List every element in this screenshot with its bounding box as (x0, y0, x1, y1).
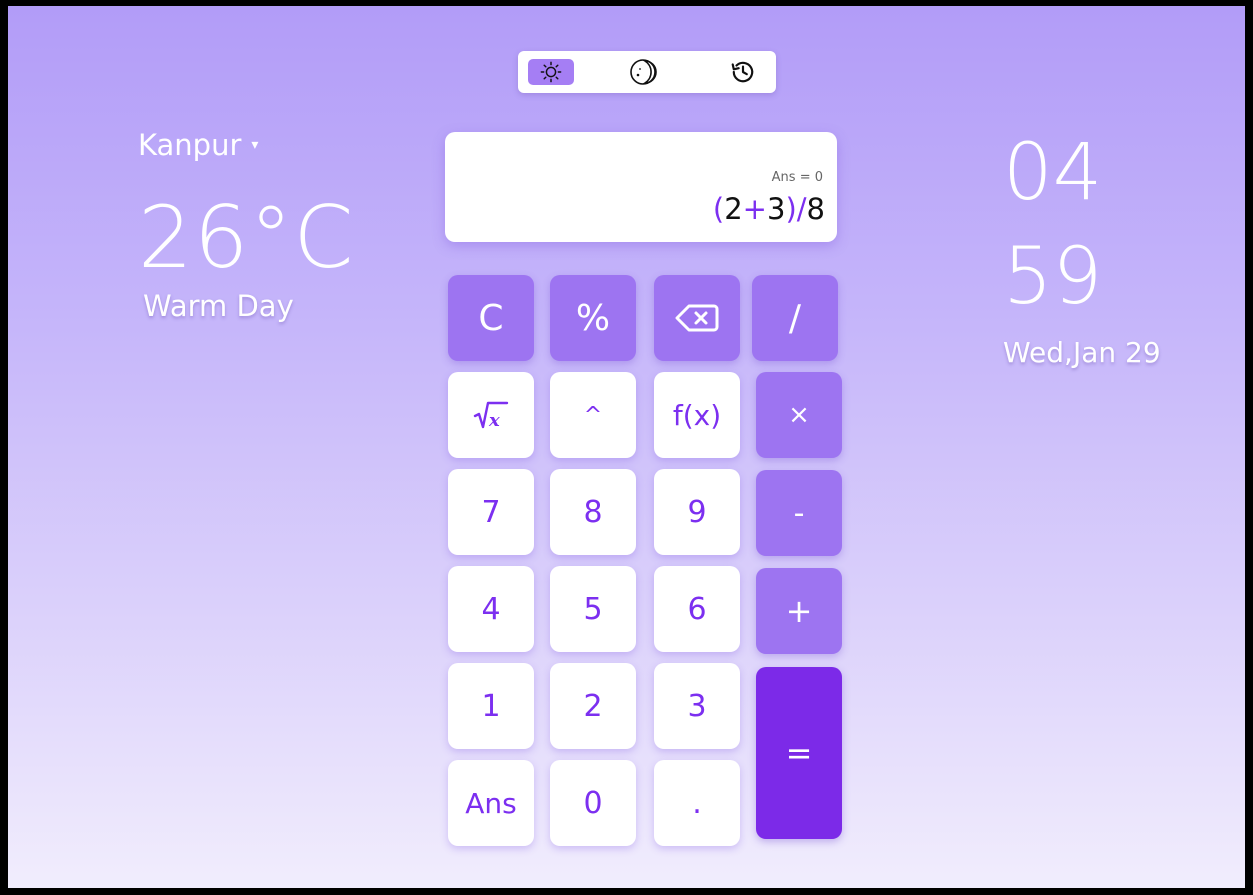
equals-button[interactable]: = (756, 667, 842, 839)
moon-icon (629, 58, 657, 86)
clock-hours: 04 (1003, 128, 1103, 218)
digit-8-button[interactable]: 8 (550, 469, 636, 555)
expr-divide: / (796, 192, 807, 226)
digit-4-button[interactable]: 4 (448, 566, 534, 652)
square-root-icon: x (473, 399, 509, 431)
square-root-button[interactable]: x (448, 372, 534, 458)
history-button[interactable] (720, 59, 766, 85)
expr-number: 3 (766, 192, 786, 226)
power-button[interactable]: ^ (550, 372, 636, 458)
temperature: 26°C (138, 188, 355, 288)
digit-3-button[interactable]: 3 (654, 663, 740, 749)
divide-button[interactable]: / (752, 275, 838, 361)
app-window: Kanpur ▾ 26°C Warm Day 04 59 Wed,Jan 29 … (8, 6, 1245, 888)
expr-number: 2 (724, 192, 743, 226)
expr-paren-open: ( (712, 192, 725, 226)
backspace-icon (675, 303, 719, 333)
city-selector[interactable]: Kanpur ▾ (138, 128, 258, 162)
svg-text:x: x (488, 410, 500, 431)
expr-number: 8 (806, 192, 825, 226)
expression: (2+3)/8 (713, 192, 825, 226)
digit-0-button[interactable]: 0 (550, 760, 636, 846)
digit-7-button[interactable]: 7 (448, 469, 534, 555)
history-icon (730, 59, 756, 85)
current-date: Wed,Jan 29 (1003, 336, 1161, 369)
digit-6-button[interactable]: 6 (654, 566, 740, 652)
plus-button[interactable]: + (756, 568, 842, 654)
ans-button[interactable]: Ans (448, 760, 534, 846)
decimal-button[interactable]: . (654, 760, 740, 846)
theme-mode-switcher (518, 51, 776, 93)
city-name: Kanpur (138, 128, 242, 162)
dark-mode-button[interactable] (620, 59, 666, 85)
digit-9-button[interactable]: 9 (654, 469, 740, 555)
minus-button[interactable]: - (756, 470, 842, 556)
digit-1-button[interactable]: 1 (448, 663, 534, 749)
sun-icon (540, 61, 562, 83)
percent-button[interactable]: % (550, 275, 636, 361)
weather-condition: Warm Day (143, 289, 294, 323)
expr-plus: + (742, 192, 767, 226)
digit-2-button[interactable]: 2 (550, 663, 636, 749)
backspace-button[interactable] (654, 275, 740, 361)
clock-minutes: 59 (1003, 232, 1103, 322)
caret-down-icon: ▾ (251, 137, 259, 153)
function-button[interactable]: f(x) (654, 372, 740, 458)
calculator-display: Ans = 0 (2+3)/8 (445, 132, 837, 242)
previous-answer: Ans = 0 (771, 170, 823, 185)
expr-paren-close: ) (785, 192, 797, 226)
multiply-button[interactable]: × (756, 372, 842, 458)
digit-5-button[interactable]: 5 (550, 566, 636, 652)
clear-button[interactable]: C (448, 275, 534, 361)
light-mode-button[interactable] (528, 59, 574, 85)
